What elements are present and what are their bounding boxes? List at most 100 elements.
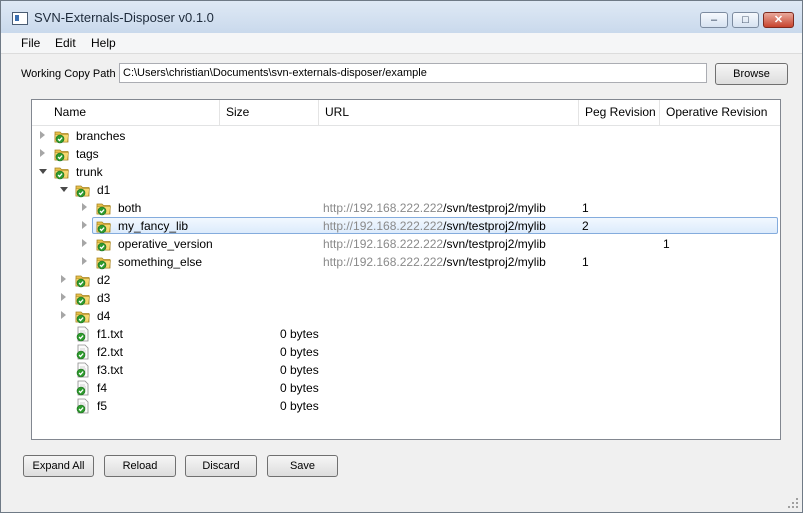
file-versioned-icon [75,344,91,360]
url-host: http://192.168.222.222 [323,237,444,251]
row-name: branches [76,129,126,143]
expand-arrow-icon[interactable] [60,187,68,192]
row-size: 0 bytes [280,345,319,359]
tree-row[interactable]: f2.txt 0 bytes [32,343,779,361]
folder-versioned-icon [75,272,91,288]
collapse-arrow-icon[interactable] [82,221,87,229]
tree-row[interactable]: d3 [32,289,779,307]
row-url: http://192.168.222.222/svn/testproj2/myl… [323,237,546,251]
row-name: f5 [97,399,108,413]
url-host: http://192.168.222.222 [323,201,444,215]
row-peg-revision: 2 [582,219,589,233]
browse-button[interactable]: Browse [715,63,788,85]
row-name: both [118,201,142,215]
row-url: http://192.168.222.222/svn/testproj2/myl… [323,219,546,233]
tree-row[interactable]: something_else http://192.168.222.222/svn… [32,253,779,271]
menu-edit[interactable]: Edit [55,36,76,50]
row-name: d3 [97,291,111,305]
row-url: http://192.168.222.222/svn/testproj2/myl… [323,201,546,215]
row-url: http://192.168.222.222/svn/testproj2/myl… [323,255,546,269]
row-size: 0 bytes [280,381,319,395]
column-url[interactable]: URL [318,100,580,125]
folder-versioned-icon [54,146,70,162]
tree-row[interactable]: tags [32,145,779,163]
app-icon [12,12,28,25]
row-name: operative_version [118,237,213,251]
collapse-arrow-icon[interactable] [40,149,45,157]
folder-versioned-icon [75,290,91,306]
tree-row[interactable]: d1 [32,181,779,199]
row-size: 0 bytes [280,399,319,413]
collapse-arrow-icon[interactable] [61,275,66,283]
tree-row[interactable]: f4 0 bytes [32,379,779,397]
file-versioned-icon [75,326,91,342]
column-operative-revision[interactable]: Operative Revision [659,100,780,125]
row-name: my_fancy_lib [118,219,189,233]
row-size: 0 bytes [280,363,319,377]
row-name: f3.txt [97,363,124,377]
tree-row[interactable]: f3.txt 0 bytes [32,361,779,379]
collapse-arrow-icon[interactable] [82,257,87,265]
row-peg-revision: 1 [582,255,589,269]
menu-help[interactable]: Help [91,36,116,50]
file-versioned-icon [75,362,91,378]
column-peg-revision[interactable]: Peg Revision [578,100,660,125]
row-name: something_else [118,255,203,269]
url-path: /svn/testproj2/mylib [443,255,546,269]
expand-all-button[interactable]: Expand All [23,455,94,477]
save-button[interactable]: Save [267,455,338,477]
menu-file[interactable]: File [21,36,40,50]
tree-row[interactable]: both http://192.168.222.222/svn/testproj2… [32,199,779,217]
folder-versioned-icon [75,182,91,198]
row-name: d4 [97,309,111,323]
row-operative-revision: 1 [663,237,670,251]
row-size: 0 bytes [280,327,319,341]
app-window: SVN-Externals-Disposer v0.1.0 – □ ✕ File… [0,0,803,513]
column-size[interactable]: Size [219,100,319,125]
folder-versioned-icon [75,308,91,324]
row-name: d1 [97,183,111,197]
maximize-button[interactable]: □ [732,12,759,28]
tree-row[interactable]: f5 0 bytes [32,397,779,415]
folder-versioned-icon [96,254,112,270]
working-copy-label: Working Copy Path [21,68,116,80]
url-path: /svn/testproj2/mylib [443,201,546,215]
expand-arrow-icon[interactable] [39,169,47,174]
tree-row[interactable]: branches [32,127,779,145]
tree-header: Name Size URL Peg Revision Operative Rev… [32,100,780,126]
externals-tree[interactable]: Name Size URL Peg Revision Operative Rev… [31,99,781,440]
tree-row[interactable]: trunk [32,163,779,181]
folder-versioned-icon [54,164,70,180]
folder-versioned-icon [96,236,112,252]
collapse-arrow-icon[interactable] [61,293,66,301]
folder-versioned-icon [54,128,70,144]
tree-row[interactable]: d2 [32,271,779,289]
reload-button[interactable]: Reload [104,455,176,477]
url-path: /svn/testproj2/mylib [443,219,546,233]
working-copy-path-input[interactable]: C:\Users\christian\Documents\svn-externa… [119,63,707,83]
window-title: SVN-Externals-Disposer v0.1.0 [34,10,214,25]
tree-row[interactable]: d4 [32,307,779,325]
collapse-arrow-icon[interactable] [82,239,87,247]
row-name: f4 [97,381,108,395]
collapse-arrow-icon[interactable] [61,311,66,319]
collapse-arrow-icon[interactable] [82,203,87,211]
collapse-arrow-icon[interactable] [40,131,45,139]
row-name: tags [76,147,99,161]
tree-row[interactable]: operative_version http://192.168.222.222/… [32,235,779,253]
minimize-button[interactable]: – [700,12,728,28]
row-name: f1.txt [97,327,124,341]
url-path: /svn/testproj2/mylib [443,237,546,251]
title-bar[interactable]: SVN-Externals-Disposer v0.1.0 – □ ✕ [1,1,802,34]
menu-bar: File Edit Help [1,33,802,54]
close-button[interactable]: ✕ [763,12,794,28]
url-host: http://192.168.222.222 [323,219,444,233]
row-name: d2 [97,273,111,287]
column-name[interactable]: Name [48,100,222,125]
discard-button[interactable]: Discard [185,455,257,477]
tree-row[interactable]: my_fancy_lib http://192.168.222.222/svn/t… [32,217,779,235]
row-name: trunk [76,165,103,179]
tree-row[interactable]: f1.txt 0 bytes [32,325,779,343]
resize-grip-icon[interactable] [787,497,799,509]
url-host: http://192.168.222.222 [323,255,444,269]
